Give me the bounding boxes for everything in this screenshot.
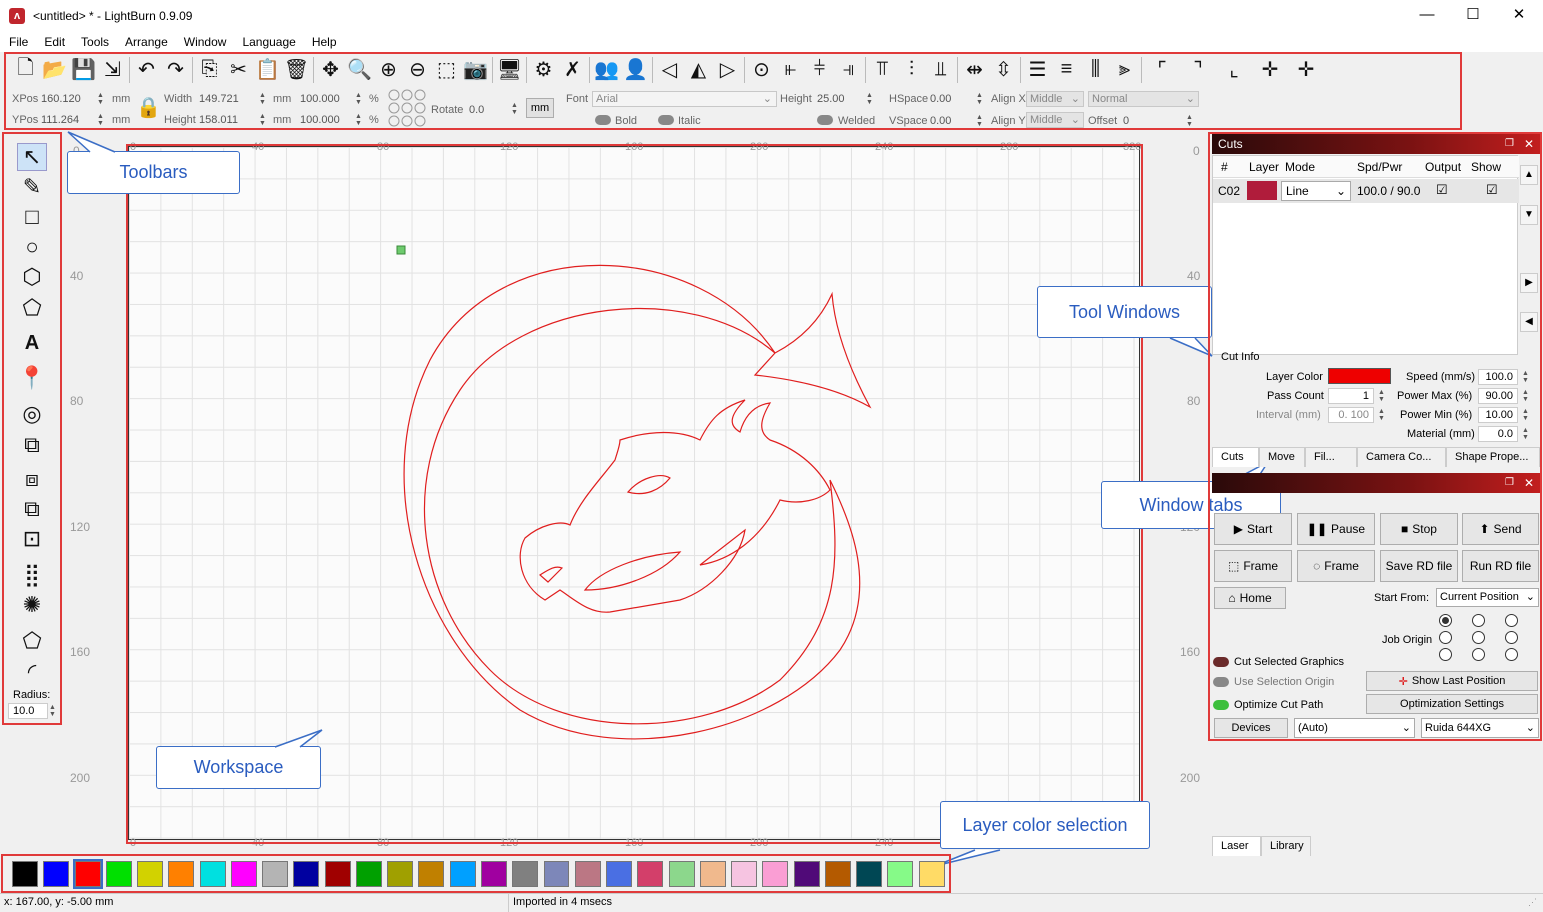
status-message: Imported in 4 msecs (513, 896, 613, 908)
tab-library[interactable]: Library (1261, 836, 1311, 856)
palette-highlight (1, 854, 951, 893)
status-bar: x: 167.00, y: -5.00 mm Imported in 4 mse… (0, 893, 1543, 912)
tab-laser[interactable]: Laser (1212, 836, 1261, 856)
tool-windows-highlight (1208, 132, 1542, 741)
cursor-coordinates: x: 167.00, y: -5.00 mm (4, 896, 114, 908)
resize-grip-icon[interactable]: ⋰ (1528, 897, 1537, 908)
status-divider (508, 894, 509, 912)
bottom-tab-bar: Laser Library (1212, 836, 1311, 856)
